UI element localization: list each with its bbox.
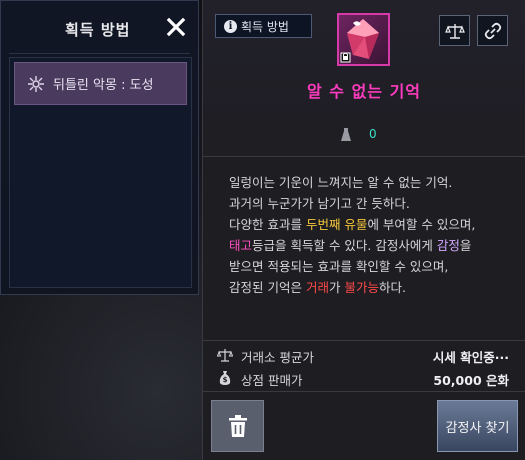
description-line: 과거의 누군가가 남기고 간 듯하다. — [229, 196, 410, 211]
description-line: 다양한 효과를 두번째 유물에 부여할 수 있으며, — [229, 217, 476, 232]
close-icon — [166, 17, 186, 37]
market-price-row: 거래소 평균가 시세 확인중··· — [203, 344, 525, 366]
item-count-icon — [339, 127, 353, 143]
scale-icon — [444, 23, 465, 39]
scale-icon — [216, 347, 234, 363]
description-line: 태고등급을 획득할 수 있다. 감정사에게 감정을 — [229, 238, 472, 253]
acquisition-method-panel: 획득 방법 뒤틀린 악몽 : 도성 — [0, 0, 199, 295]
item-header: i 획득 방법 알 수 없는 기억 — [203, 0, 525, 115]
acquisition-method-button[interactable]: i 획득 방법 — [215, 14, 312, 38]
dungeon-icon — [25, 73, 47, 95]
compare-button[interactable] — [439, 15, 470, 46]
market-price-label: 거래소 평균가 — [241, 350, 314, 365]
method-list: 뒤틀린 악몽 : 도성 — [9, 57, 192, 288]
item-tooltip-panel: i 획득 방법 알 수 없는 기억 0 일렁이는 기운이 느껴지는 알 수 없는… — [202, 0, 525, 460]
description-line: 일렁이는 기운이 느껴지는 알 수 없는 기억. — [229, 175, 453, 190]
acquisition-method-label: 획득 방법 — [241, 19, 289, 34]
shop-price-value: 50,000 은화 — [433, 373, 509, 388]
info-icon: i — [224, 19, 237, 33]
shop-price-row: $ 상점 판매가 50,000 은화 — [203, 367, 525, 389]
svg-text:$: $ — [223, 376, 228, 384]
market-price-value: 시세 확인중··· — [432, 350, 509, 365]
money-bag-icon: $ — [217, 370, 233, 386]
panel-title: 획득 방법 — [65, 21, 131, 39]
find-appraiser-button[interactable]: 감정사 찾기 — [437, 400, 518, 452]
item-count-row: 0 — [203, 114, 525, 157]
close-button[interactable] — [162, 13, 190, 41]
method-label: 뒤틀린 악몽 : 도성 — [53, 78, 154, 93]
item-icon — [337, 13, 390, 66]
item-name: 알 수 없는 기억 — [306, 82, 422, 101]
divider — [9, 53, 190, 54]
link-button[interactable] — [477, 15, 508, 46]
method-item[interactable]: 뒤틀린 악몽 : 도성 — [14, 62, 187, 105]
price-section: 거래소 평균가 시세 확인중··· $ 상점 판매가 50,000 은화 — [203, 340, 525, 392]
item-count: 0 — [369, 127, 377, 141]
shop-price-label: 상점 판매가 — [241, 373, 303, 388]
description-line: 감정된 기억은 거래가 불가능하다. — [229, 280, 406, 295]
link-icon — [484, 22, 501, 39]
item-description: 일렁이는 기운이 느껴지는 알 수 없는 기억. 과거의 누군가가 남기고 간 … — [229, 172, 519, 298]
trash-icon — [228, 415, 247, 437]
discard-button[interactable] — [211, 400, 264, 452]
description-line: 받으면 적용되는 효과를 확인할 수 있으며, — [229, 259, 449, 274]
